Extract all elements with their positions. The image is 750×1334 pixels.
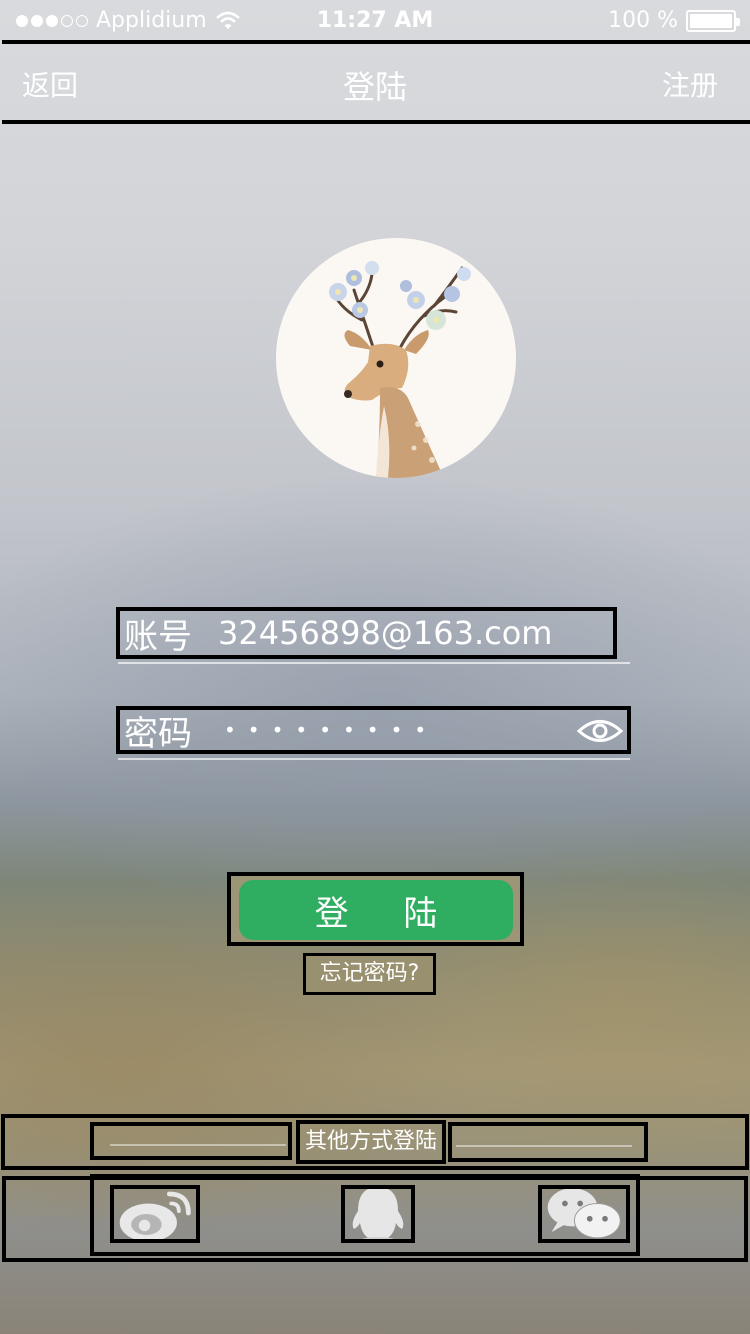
account-underline	[118, 662, 630, 664]
divider-top	[2, 40, 750, 44]
weibo-icon	[119, 1191, 191, 1239]
other-login-right-line	[456, 1145, 632, 1147]
password-underline	[118, 758, 630, 760]
divider-nav	[2, 120, 750, 124]
status-right: 100 %	[608, 8, 740, 33]
status-bar: Applidium 11:27 AM 100 %	[0, 0, 750, 42]
qq-icon	[352, 1189, 404, 1239]
account-field[interactable]: 账号 32456898@163.com	[116, 607, 617, 659]
battery-percent: 100 %	[608, 8, 678, 33]
wechat-icon	[547, 1189, 621, 1239]
qq-login-button[interactable]	[341, 1185, 415, 1243]
deer-avatar-icon	[329, 261, 471, 478]
password-field[interactable]: 密码 •••••••••	[116, 706, 631, 754]
page-title: 登陆	[342, 68, 407, 106]
password-input[interactable]: •••••••••	[224, 718, 438, 742]
other-login-left-line-box	[90, 1122, 292, 1160]
register-button[interactable]: 注册	[662, 64, 718, 104]
other-login-label: 其他方式登陆	[296, 1120, 446, 1164]
login-button-frame: 登 陆	[227, 872, 524, 946]
show-password-eye-icon[interactable]	[577, 716, 623, 746]
login-button[interactable]: 登 陆	[239, 880, 513, 940]
password-label: 密码	[124, 713, 192, 754]
avatar[interactable]	[276, 238, 516, 478]
wechat-login-button[interactable]	[538, 1185, 630, 1243]
account-input[interactable]: 32456898@163.com	[218, 614, 552, 652]
other-login-right-line-box	[448, 1122, 648, 1162]
forgot-password-link[interactable]: 忘记密码?	[303, 953, 436, 995]
account-label: 账号	[124, 616, 192, 657]
battery-icon	[686, 9, 740, 32]
weibo-login-button[interactable]	[110, 1185, 200, 1243]
nav-bar: 返回 登陆 注册	[0, 46, 750, 120]
other-login-left-line	[110, 1144, 286, 1146]
